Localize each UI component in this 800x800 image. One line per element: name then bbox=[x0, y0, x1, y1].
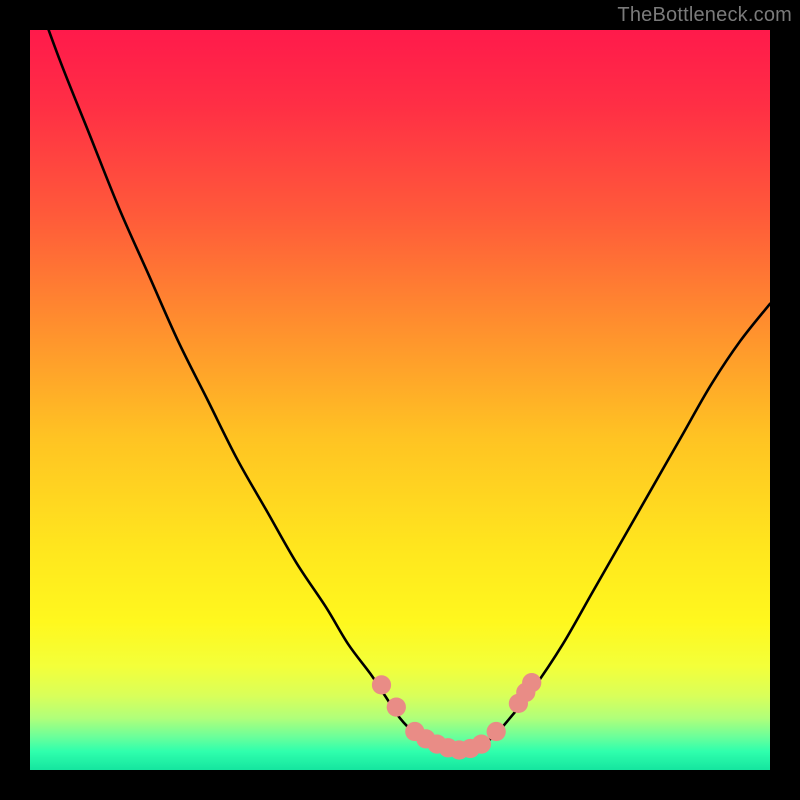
chart-frame: TheBottleneck.com bbox=[0, 0, 800, 800]
curve-marker bbox=[387, 697, 406, 716]
plot-area bbox=[30, 30, 770, 770]
curve-marker bbox=[472, 734, 491, 753]
curve-markers bbox=[372, 673, 541, 760]
bottleneck-curve bbox=[30, 30, 770, 751]
curve-marker bbox=[487, 722, 506, 741]
curve-marker bbox=[372, 675, 391, 694]
bottleneck-curve-svg bbox=[30, 30, 770, 770]
curve-marker bbox=[522, 673, 541, 692]
watermark-text: TheBottleneck.com bbox=[617, 4, 792, 27]
